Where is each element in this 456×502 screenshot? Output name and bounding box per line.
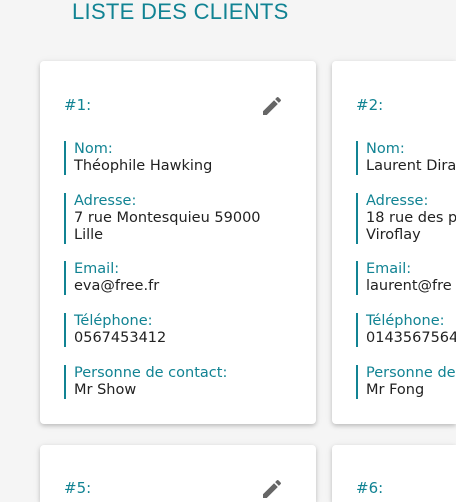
- contact-label: Personne de contact:: [74, 365, 228, 381]
- client-contact-field: Personne de contact: Mr Fong: [356, 365, 456, 399]
- edit-icon[interactable]: [260, 477, 284, 501]
- client-contact-field: Personne de contact: Mr Show: [64, 365, 304, 399]
- client-phone-field: Téléphone: 0567453412: [64, 313, 304, 347]
- address-value: 7 rue Montesquieu 59000 Lille: [74, 210, 261, 243]
- client-address-field: Adresse: 18 rue des pr Viroflay: [356, 193, 456, 244]
- page-title: LISTE DES CLIENTS: [72, 0, 289, 24]
- phone-value: 0143567564: [366, 330, 456, 346]
- contact-value: Mr Show: [74, 382, 137, 398]
- name-label: Nom:: [74, 141, 113, 157]
- client-name-field: Nom: Laurent Dira: [356, 141, 456, 175]
- phone-value: 0567453412: [74, 330, 167, 346]
- client-email-field: Email: laurent@fre: [356, 261, 456, 295]
- client-card-1: #1: Nom: Théophile Hawking Adresse: 7 ru…: [40, 61, 316, 424]
- client-phone-field: Téléphone: 0143567564: [356, 313, 456, 347]
- email-value: eva@free.fr: [74, 278, 160, 294]
- address-label: Adresse:: [366, 193, 429, 209]
- client-email-field: Email: eva@free.fr: [64, 261, 304, 295]
- phone-label: Téléphone:: [366, 313, 445, 329]
- client-card-2: #2: Nom: Laurent Dira Adresse: 18 rue de…: [332, 61, 456, 424]
- edit-icon[interactable]: [260, 94, 284, 118]
- phone-label: Téléphone:: [74, 313, 153, 329]
- name-value: Laurent Dira: [366, 158, 456, 174]
- name-label: Nom:: [366, 141, 405, 157]
- email-label: Email:: [366, 261, 412, 277]
- contact-value: Mr Fong: [366, 382, 425, 398]
- client-name-field: Nom: Théophile Hawking: [64, 141, 304, 175]
- client-card-5: #5:: [40, 445, 316, 502]
- client-id: #6:: [356, 479, 384, 497]
- name-value: Théophile Hawking: [74, 158, 213, 174]
- address-label: Adresse:: [74, 193, 137, 209]
- email-value: laurent@fre: [366, 278, 452, 294]
- client-id: #5:: [64, 479, 92, 497]
- contact-label: Personne de contact:: [366, 365, 456, 381]
- address-value: 18 rue des pr Viroflay: [366, 210, 456, 243]
- client-id: #1:: [64, 96, 92, 114]
- email-label: Email:: [74, 261, 120, 277]
- client-address-field: Adresse: 7 rue Montesquieu 59000 Lille: [64, 193, 304, 244]
- client-card-6: #6:: [332, 445, 456, 502]
- client-id: #2:: [356, 96, 384, 114]
